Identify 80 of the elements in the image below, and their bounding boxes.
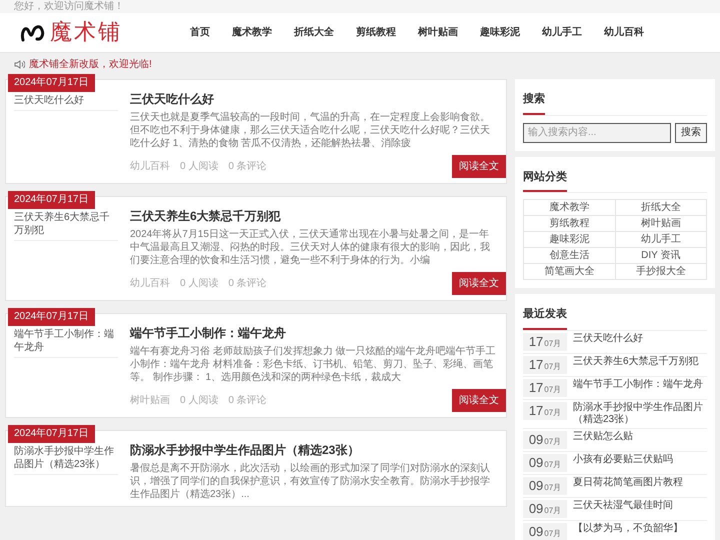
post-summary: 2024年将从7月15日这一天正式入伏，三伏天通常出现在小暑与处暑之间，是一年中气温最高且又潮湿、闷热的时段。三伏天对人体的健康有很大的影响，因此，我们要注意合理的饮食和生活习惯，避免一些不利于身体的行为。小编 — [130, 228, 491, 267]
recent-post-link[interactable]: 三伏天祛湿气最佳时间 — [573, 500, 673, 512]
image-alt-text: 端午节手工小制作：端午龙舟 — [14, 328, 115, 354]
date-ribbon: 2024年07月17日 — [8, 425, 94, 443]
recent-post-link[interactable]: 三伏天吃什么好 — [573, 332, 643, 344]
comment-count: 0 条评论 — [228, 160, 267, 174]
category-link[interactable]: 趣味彩泥 — [524, 232, 616, 248]
date-day: 17 — [528, 332, 544, 350]
read-count: 0 人阅读 — [180, 394, 218, 408]
image-alt-text: 三伏天吃什么好 — [14, 94, 84, 107]
search-field[interactable]: 输入搜索内容... — [523, 122, 671, 142]
widget-title: 搜索 — [523, 91, 545, 114]
date-ribbon: 2024年07月17日 — [8, 308, 94, 326]
date-day: 09 — [528, 522, 544, 540]
recent-post-link[interactable]: 三伏贴怎么贴 — [573, 430, 633, 442]
date-ribbon: 2024年07月17日 — [8, 74, 94, 92]
recent-post-link[interactable]: 小孩有必要贴三伏贴吗 — [573, 454, 673, 466]
recent-post-link[interactable]: 夏日荷花简笔画图片教程 — [573, 476, 683, 488]
post-title[interactable]: 三伏天吃什么好 — [130, 92, 498, 107]
post-title[interactable]: 防溺水手抄报中学生作品图片（精选23张） — [130, 443, 498, 458]
date-month: 07月 — [544, 406, 562, 418]
category-link[interactable]: 创意生活 — [524, 248, 616, 264]
nav-link[interactable]: 幼儿百科 — [604, 25, 644, 40]
post-summary: 三伏天也就是夏季气温较高的一段时间，气温的升高，在一定程度上会影响食欲。但不吃也不利于身体健康，那么三伏天适合吃什么呢，三伏天吃什么好呢？三伏天吃什么好 1、清热的食物 苦瓜不仅清热，还能解热祛暑、消除疲 — [130, 111, 491, 150]
category-link[interactable]: 手抄报大全 — [616, 264, 707, 280]
date-month: 07月 — [544, 504, 562, 516]
read-more-button[interactable]: 阅读全文 — [452, 389, 506, 412]
image-alt-text: 防溺水手抄报中学生作品图片（精选23张） — [14, 445, 115, 471]
category-link[interactable]: 简笔画大全 — [524, 264, 616, 280]
image-alt-text: 三伏天养生6大禁忌千万别犯 — [14, 211, 111, 237]
nav-link[interactable]: 树叶贴画 — [418, 25, 458, 40]
date-day: 09 — [528, 500, 544, 518]
widget-title: 最近发表 — [523, 306, 567, 330]
read-more-button[interactable]: 阅读全文 — [452, 155, 506, 178]
date-month: 07月 — [544, 528, 562, 540]
date-day: 09 — [528, 476, 544, 494]
nav-link[interactable]: 首页 — [190, 25, 210, 40]
category-link[interactable]: DIY 资讯 — [616, 248, 707, 264]
recent-post-link[interactable]: 端午节手工小制作：端午龙舟 — [573, 378, 703, 390]
date-ribbon: 2024年07月17日 — [8, 191, 94, 209]
date-day: 17 — [528, 356, 544, 374]
comment-count: 0 条评论 — [228, 394, 267, 408]
speaker-icon — [14, 60, 25, 68]
category-link[interactable]: 树叶贴画 — [616, 216, 707, 232]
notice-text: 魔术铺全新改版，欢迎光临! — [29, 58, 152, 72]
date-month: 07月 — [544, 482, 562, 494]
nav-link[interactable]: 幼儿手工 — [542, 25, 582, 40]
widget-title: 网站分类 — [523, 168, 567, 192]
recent-post-link[interactable]: 防溺水手抄报中学生作品图片（精选23张） — [573, 402, 707, 426]
read-more-button[interactable]: 阅读全文 — [452, 272, 506, 295]
read-count: 0 人阅读 — [180, 276, 218, 291]
nav-link[interactable]: 折纸大全 — [294, 25, 334, 40]
category-link[interactable]: 剪纸教程 — [524, 216, 616, 232]
post-title[interactable]: 端午节手工小制作：端午龙舟 — [130, 326, 498, 341]
site-logo-text: 魔术铺 — [50, 22, 122, 44]
search-button[interactable]: 搜索 — [675, 122, 707, 142]
date-day: 09 — [528, 454, 544, 472]
date-day: 09 — [528, 430, 544, 448]
read-count: 0 人阅读 — [180, 160, 218, 174]
date-month: 07月 — [544, 338, 562, 350]
comment-count: 0 条评论 — [228, 277, 267, 291]
recent-post-link[interactable]: 三伏天养生6大禁忌千万别犯 — [573, 356, 699, 368]
date-month: 07月 — [544, 360, 562, 372]
nav-link[interactable]: 趣味彩泥 — [480, 25, 520, 40]
date-day: 17 — [528, 402, 544, 420]
date-month: 07月 — [544, 458, 562, 470]
logo-icon — [20, 24, 46, 42]
greeting-text: 您好，欢迎访问魔术铺！ — [14, 2, 124, 12]
nav-link[interactable]: 剪纸教程 — [356, 25, 396, 40]
recent-post-link[interactable]: 【以梦为马，不负韶华】 — [573, 522, 683, 534]
category-link[interactable]: 魔术教学 — [524, 200, 616, 216]
nav-link[interactable]: 魔术教学 — [232, 25, 272, 40]
category-link[interactable]: 折纸大全 — [616, 200, 707, 216]
post-summary: 端午有赛龙舟习俗 老师鼓励孩子们发挥想象力 做一只炫酷的端午龙舟吧端午节手工小制作：端午龙舟 材料准备：彩色卡纸、订书机、铅笔、剪刀、坠子、彩绳、画笔等。 制作步骤： 1、选用颜色浅和深的两种绿色卡纸，裁成大 — [130, 345, 497, 384]
date-month: 07月 — [544, 384, 562, 396]
category-link[interactable]: 幼儿手工 — [616, 232, 707, 248]
post-title[interactable]: 三伏天养生6大禁忌千万别犯 — [130, 209, 498, 224]
post-summary: 暑假总是离不开防溺水，此次活动，以绘画的形式加深了同学们对防溺水的深刻认识，增强了同学们的自我保护意识，有效宣传了防溺水安全教育。防溺水手抄报学生作品图片（精选23张）... — [130, 462, 491, 501]
date-day: 17 — [528, 378, 544, 396]
date-month: 07月 — [544, 436, 562, 448]
